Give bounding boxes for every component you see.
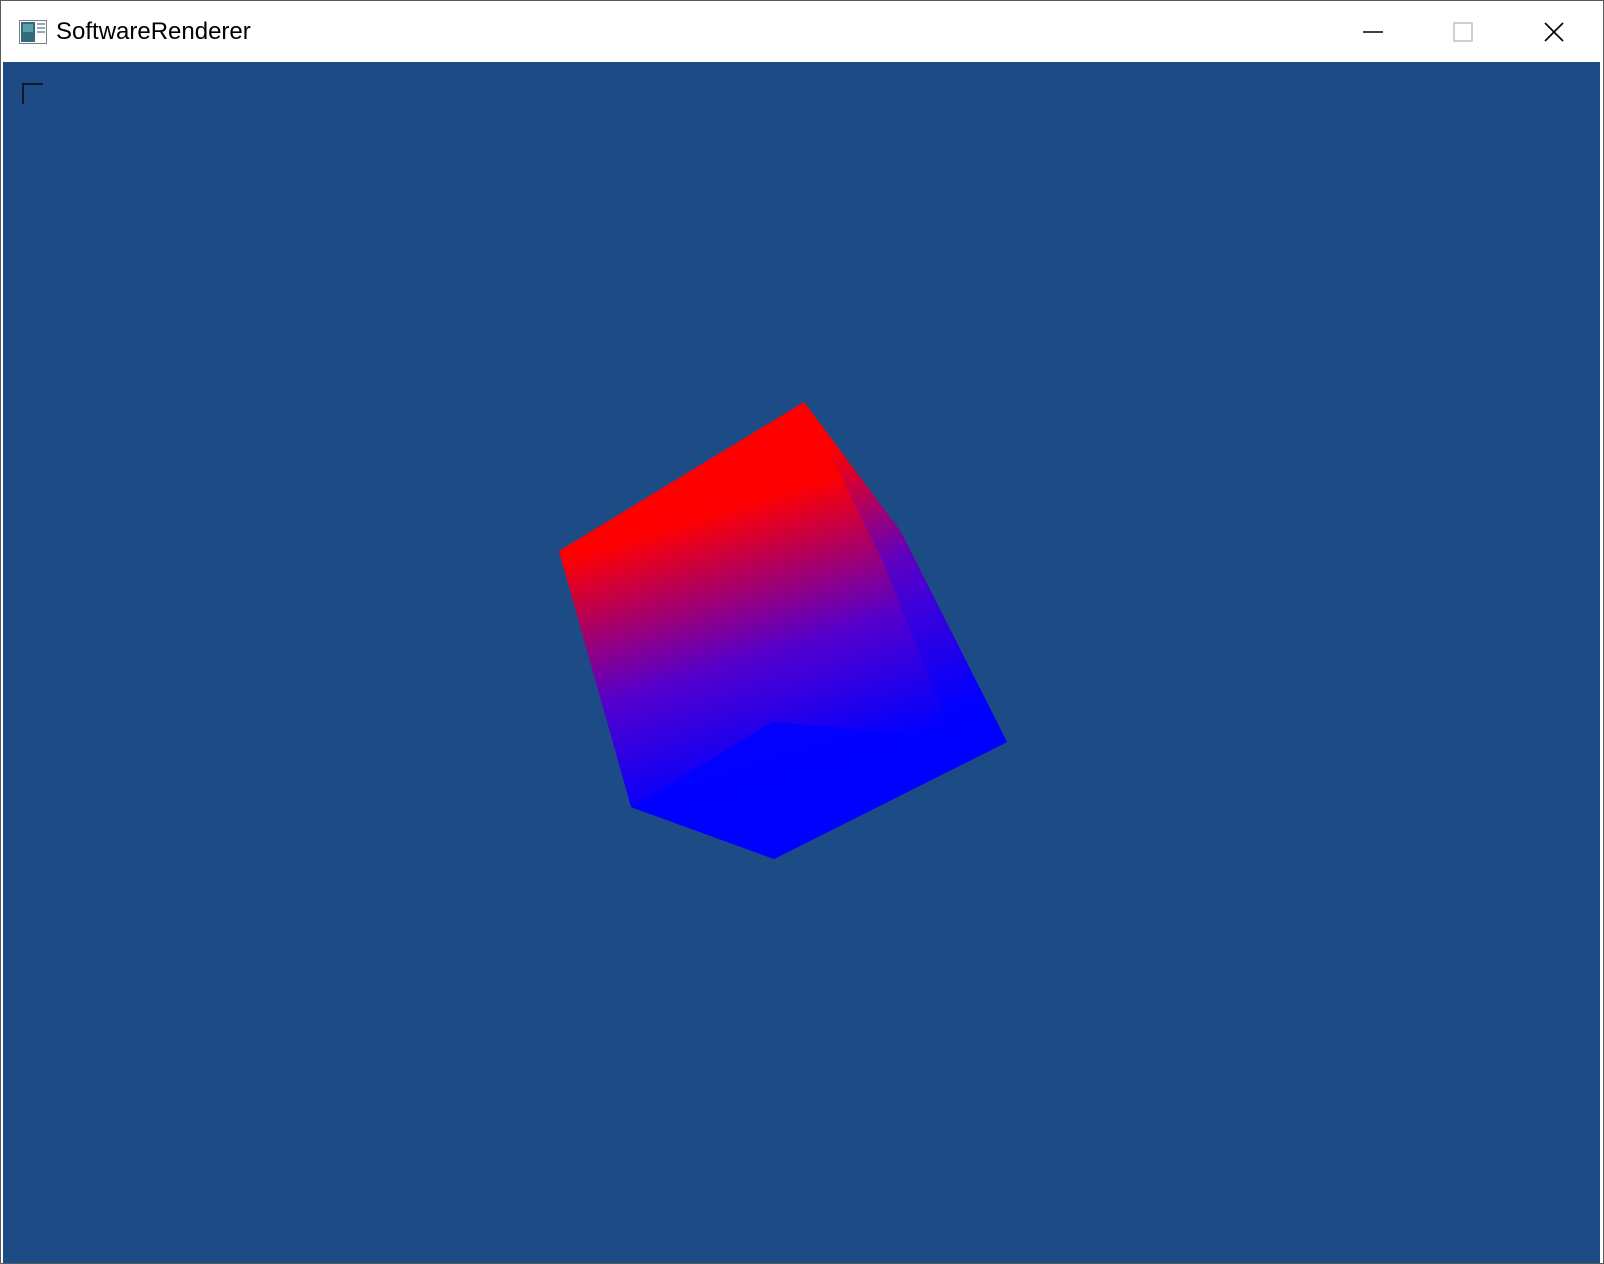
maximize-icon — [1453, 21, 1473, 42]
app-window-icon — [19, 20, 47, 44]
render-viewport[interactable] — [3, 62, 1600, 1263]
rendered-cube — [559, 402, 1007, 859]
title-bar[interactable]: SoftwareRenderer — [1, 1, 1603, 62]
minimize-icon — [1363, 30, 1383, 33]
maximize-button[interactable] — [1418, 1, 1508, 62]
app-window: SoftwareRenderer — [0, 0, 1604, 1264]
minimize-button[interactable] — [1328, 1, 1418, 62]
window-title: SoftwareRenderer — [56, 18, 251, 45]
close-icon — [1544, 21, 1564, 42]
close-button[interactable] — [1509, 1, 1599, 62]
